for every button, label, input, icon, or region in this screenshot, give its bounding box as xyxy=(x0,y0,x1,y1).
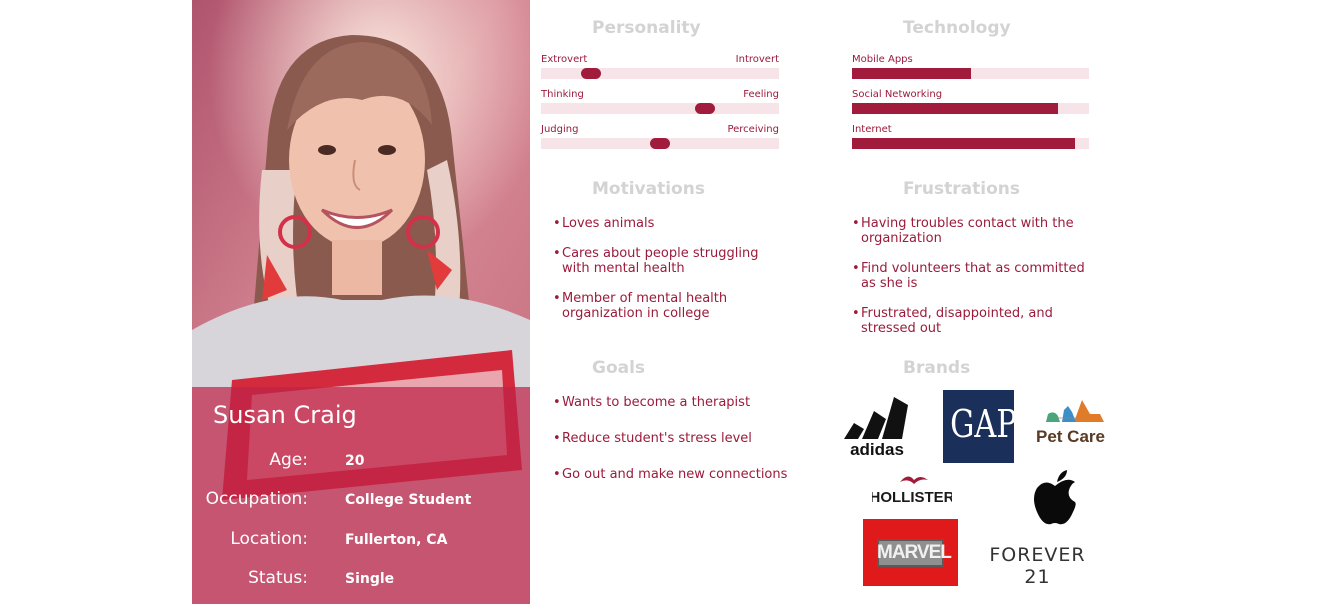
slider-left-label: Judging xyxy=(541,124,579,135)
list-item: Wants to become a therapist xyxy=(553,395,793,410)
adidas-stripes-icon xyxy=(844,397,908,439)
frustrations-list: Having troubles contact with the organiz… xyxy=(852,216,1097,336)
motivations-list: Loves animals Cares about people struggl… xyxy=(553,216,785,321)
tech-bar-label: Internet xyxy=(852,124,892,135)
seagull-icon xyxy=(900,476,928,484)
occupation-row: Occupation: College Student xyxy=(192,489,530,513)
status-row: Status: Single xyxy=(192,568,530,592)
tech-bar-fill xyxy=(852,68,971,79)
slider-track xyxy=(541,68,779,79)
technology-title: Technology xyxy=(903,18,1011,38)
tech-bar-internet: Internet xyxy=(852,124,1089,154)
forever21-logo: FOREVER 21 xyxy=(989,544,1086,588)
tech-bar-fill xyxy=(852,103,1058,114)
motivations-title: Motivations xyxy=(592,179,705,199)
apple-logo-icon xyxy=(1034,470,1076,525)
list-item: Find volunteers that as committed as she… xyxy=(852,261,1097,291)
location-row: Location: Fullerton, CA xyxy=(192,529,530,553)
persona-name: Susan Craig xyxy=(213,401,357,429)
personality-slider-thinking-feeling: Thinking Feeling xyxy=(541,89,779,119)
age-value: 20 xyxy=(345,453,365,469)
tech-bar-label: Mobile Apps xyxy=(852,54,913,65)
status-value: Single xyxy=(345,571,395,587)
petcare-logo: WOODBRIDGE Pet Care xyxy=(1036,400,1105,446)
slider-right-label: Perceiving xyxy=(727,124,779,135)
list-item: Cares about people struggling with menta… xyxy=(553,246,785,276)
persona-info-panel: Susan Craig Age: 20 Occupation: College … xyxy=(192,387,530,604)
brands-title: Brands xyxy=(903,358,971,378)
location-value: Fullerton, CA xyxy=(345,532,448,548)
location-label: Location: xyxy=(230,529,308,549)
slider-knob xyxy=(695,103,715,114)
tech-bar-fill xyxy=(852,138,1075,149)
hollister-logo: HOLLISTER xyxy=(872,476,952,506)
petcare-small-text: WOODBRIDGE xyxy=(1056,416,1077,420)
tech-bar-label: Social Networking xyxy=(852,89,943,100)
personality-slider-extrovert-introvert: Extrovert Introvert xyxy=(541,54,779,84)
list-item: Frustrated, disappointed, and stressed o… xyxy=(852,306,1097,336)
gap-logo: GAP xyxy=(943,390,1017,463)
tech-bar-mobile-apps: Mobile Apps xyxy=(852,54,1089,84)
occupation-value: College Student xyxy=(345,492,472,508)
marvel-wordmark: MARVEL xyxy=(877,542,952,563)
goals-list: Wants to become a therapist Reduce stude… xyxy=(553,395,793,482)
frustrations-title: Frustrations xyxy=(903,179,1020,199)
petcare-wordmark: Pet Care xyxy=(1036,427,1105,446)
persona-photo-card: Susan Craig Age: 20 Occupation: College … xyxy=(192,0,530,604)
occupation-label: Occupation: xyxy=(205,489,308,509)
list-item: Having troubles contact with the organiz… xyxy=(852,216,1097,246)
slider-left-label: Thinking xyxy=(541,89,584,100)
tech-bar-social-networking: Social Networking xyxy=(852,89,1089,119)
personality-slider-judging-perceiving: Judging Perceiving xyxy=(541,124,779,154)
slider-knob xyxy=(581,68,601,79)
marvel-logo: MARVEL xyxy=(863,519,958,586)
age-label: Age: xyxy=(269,450,308,470)
list-item: Member of mental health organization in … xyxy=(553,291,785,321)
slider-track xyxy=(541,103,779,114)
adidas-logo: adidas xyxy=(844,397,908,457)
adidas-wordmark: adidas xyxy=(850,440,904,457)
list-item: Go out and make new connections xyxy=(553,467,793,482)
list-item: Reduce student's stress level xyxy=(553,431,793,446)
gap-wordmark: GAP xyxy=(950,402,1017,446)
status-label: Status: xyxy=(248,568,308,588)
age-row: Age: 20 xyxy=(192,450,530,474)
hollister-wordmark: HOLLISTER xyxy=(872,489,952,506)
slider-right-label: Introvert xyxy=(735,54,779,65)
personality-title: Personality xyxy=(592,18,701,38)
slider-knob xyxy=(650,138,670,149)
list-item: Loves animals xyxy=(553,216,785,231)
slider-right-label: Feeling xyxy=(743,89,779,100)
slider-left-label: Extrovert xyxy=(541,54,588,65)
goals-title: Goals xyxy=(592,358,646,378)
